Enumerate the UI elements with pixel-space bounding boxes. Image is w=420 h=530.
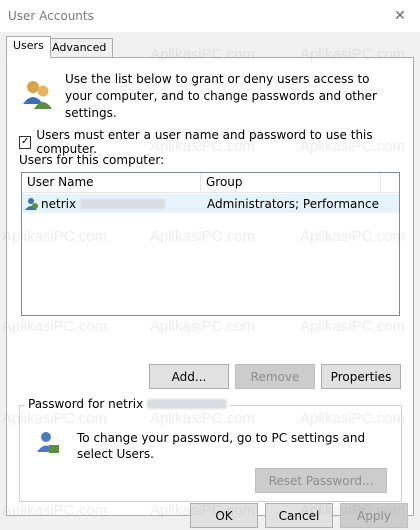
remove-button-label: Remove xyxy=(250,369,300,384)
redacted-name xyxy=(80,198,166,209)
users-group-icon xyxy=(23,81,52,109)
reset-password-button[interactable]: Reset Password... xyxy=(255,468,387,493)
redacted-legend-name xyxy=(147,399,228,409)
require-password-label: Users must enter a user name and passwor… xyxy=(36,128,373,156)
add-button-label: Add... xyxy=(171,369,207,384)
password-legend-text: Password for netrix xyxy=(28,397,144,411)
users-tab-panel: Use the list below to grant or deny user… xyxy=(6,57,414,516)
intro-text: Use the list below to grant or deny user… xyxy=(65,72,377,120)
tab-advanced[interactable]: Advanced xyxy=(45,38,114,58)
apply-button[interactable]: Apply xyxy=(340,503,408,528)
remove-user-button[interactable]: Remove xyxy=(235,364,315,389)
dialog-body: Users Advanced Use the list below to gra… xyxy=(0,32,420,530)
table-row[interactable]: netrix Administrators; Performance L... xyxy=(22,194,399,213)
column-header-user-name[interactable]: User Name xyxy=(22,173,201,192)
ok-button-label: OK xyxy=(215,508,233,523)
apply-button-label: Apply xyxy=(357,508,391,523)
tab-users[interactable]: Users xyxy=(6,36,51,58)
users-list[interactable]: User Name Group netrix Administrators; P… xyxy=(21,172,400,316)
users-list-label: Users for this computer: xyxy=(19,153,165,167)
user-name-cell: netrix xyxy=(22,197,204,211)
column-header-group[interactable]: Group xyxy=(201,173,381,192)
reset-button-label: Reset Password... xyxy=(268,473,374,488)
cancel-button[interactable]: Cancel xyxy=(265,503,333,528)
require-password-checkbox[interactable]: ✓ xyxy=(19,135,32,149)
close-icon[interactable]: ✕ xyxy=(386,4,414,28)
add-user-button[interactable]: Add... xyxy=(149,364,229,389)
password-group-legend: Password for netrix xyxy=(25,397,231,411)
password-instruction-text: To change your password, go to PC settin… xyxy=(77,431,366,461)
user-group-cell: Administrators; Performance L... xyxy=(207,196,382,211)
properties-button-label: Properties xyxy=(330,369,392,384)
require-password-option[interactable]: ✓ Users must enter a user name and passw… xyxy=(19,128,413,156)
user-password-icon xyxy=(37,432,59,453)
user-name-text: netrix xyxy=(41,196,77,211)
ok-button[interactable]: OK xyxy=(190,503,258,528)
user-icon xyxy=(25,197,38,210)
window-title: User Accounts xyxy=(8,9,94,23)
title-bar: User Accounts ✕ xyxy=(0,0,420,32)
cancel-button-label: Cancel xyxy=(278,508,320,523)
users-list-header: User Name Group xyxy=(22,173,399,193)
properties-button[interactable]: Properties xyxy=(321,364,401,389)
